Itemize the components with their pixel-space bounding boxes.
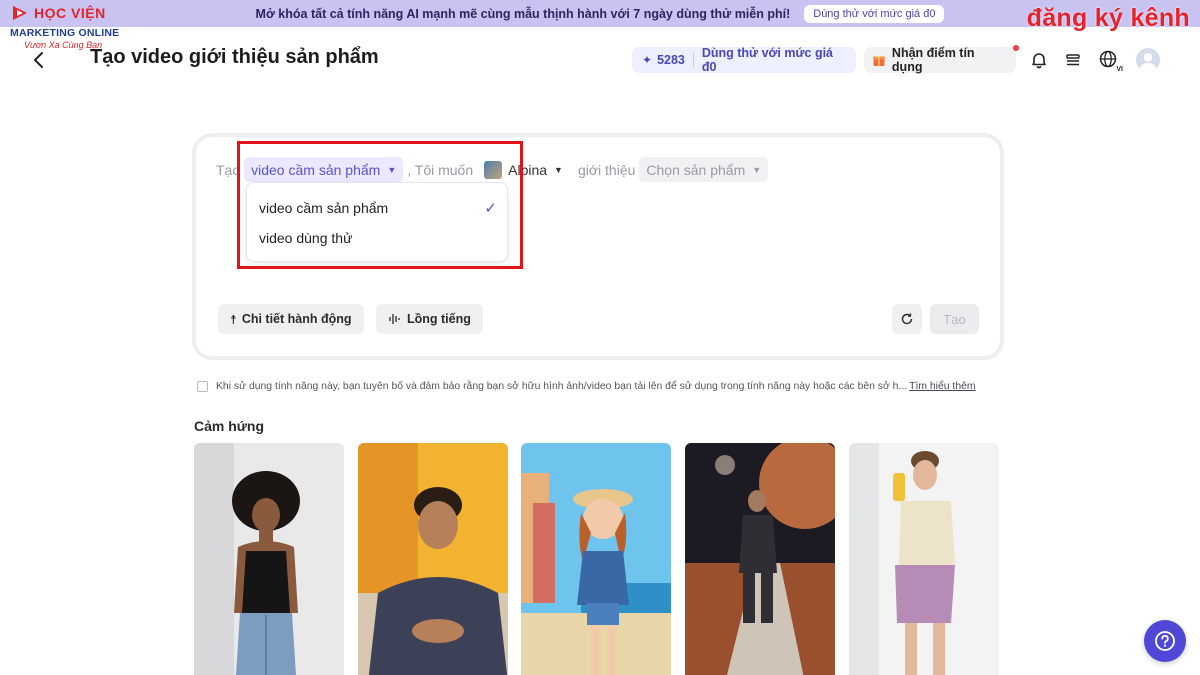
disclaimer: Khi sử dụng tính năng này, bạn tuyên bố …	[197, 381, 976, 392]
user-avatar[interactable]	[1136, 48, 1160, 72]
brand-line-2: MARKETING ONLINE	[10, 27, 120, 39]
inspiration-thumbnail	[194, 443, 344, 675]
waveform-icon	[389, 314, 400, 324]
learn-more-link[interactable]: Tìm hiểu thêm	[909, 381, 975, 392]
product-select[interactable]: Chọn sản phẩm ▼	[639, 157, 769, 182]
annotation-highlight-box	[237, 141, 523, 269]
notifications-button[interactable]	[1028, 49, 1050, 71]
history-button[interactable]	[892, 304, 922, 334]
get-credits-label: Nhận điểm tín dụng	[891, 46, 975, 74]
assets-button[interactable]	[1062, 49, 1084, 71]
promo-banner: Mở khóa tất cả tính năng AI mạnh mẽ cùng…	[0, 0, 1200, 27]
inspiration-card[interactable]	[194, 443, 344, 675]
inspiration-card[interactable]	[358, 443, 508, 675]
action-detail-button[interactable]: ☨ Chi tiết hành động	[218, 304, 364, 334]
create-button[interactable]: Tạo	[930, 304, 979, 334]
inspiration-card[interactable]	[849, 443, 999, 675]
avatar-icon	[1140, 53, 1156, 72]
get-credits-button[interactable]: Nhận điểm tín dụng	[864, 45, 1019, 74]
inspiration-card[interactable]	[685, 443, 835, 675]
notification-dot	[1013, 45, 1019, 51]
language-badge: VI	[1115, 66, 1124, 73]
voiceover-button[interactable]: Lồng tiếng	[376, 304, 483, 334]
brand-mark-icon	[13, 6, 27, 20]
inspiration-thumbnail	[685, 443, 835, 675]
gift-icon	[872, 56, 885, 66]
caret-down-icon: ▼	[554, 164, 563, 175]
brand-line-1: HỌC VIỆN	[34, 5, 106, 21]
inspiration-title: Cảm hứng	[194, 418, 265, 434]
bell-icon	[1032, 53, 1046, 69]
hand-icon: ☨	[230, 312, 237, 327]
inspiration-thumbnail	[358, 443, 508, 675]
page-title: Tạo video giới thiệu sản phẩm	[90, 46, 379, 68]
page: Mở khóa tất cả tính năng AI mạnh mẽ cùng…	[0, 0, 1200, 675]
refresh-icon	[901, 313, 913, 325]
channel-watermark: đăng ký kênh	[1026, 4, 1190, 32]
action-detail-label: Chi tiết hành động	[241, 312, 352, 326]
credits-count: 5283	[657, 53, 685, 67]
inspiration-thumbnail	[521, 443, 671, 675]
divider	[692, 53, 694, 67]
inspiration-thumbnail	[849, 443, 999, 675]
voiceover-label: Lồng tiếng	[407, 312, 471, 326]
back-button[interactable]	[28, 50, 48, 70]
disclaimer-text: Khi sử dụng tính năng này, bạn tuyên bố …	[216, 381, 908, 392]
stack-icon	[1066, 54, 1080, 66]
consent-checkbox[interactable]	[197, 381, 208, 392]
prompt-connector: giới thiệu	[577, 161, 636, 178]
credits-pill[interactable]: ✦ 5283 Dùng thử với mức giá đ0	[632, 46, 856, 74]
brand-logo: HỌC VIỆN MARKETING ONLINE Vươn Xa Cùng B…	[8, 3, 126, 50]
promo-trial-button[interactable]: Dùng thử với mức giá đ0	[804, 4, 945, 23]
product-select-placeholder: Chọn sản phẩm	[646, 161, 746, 178]
help-button[interactable]	[1144, 620, 1186, 662]
inspiration-card[interactable]	[521, 443, 671, 675]
trial-link[interactable]: Dùng thử với mức giá đ0	[702, 46, 846, 74]
back-arrow-icon	[34, 52, 43, 68]
promo-text: Mở khóa tất cả tính năng AI mạnh mẽ cùng…	[255, 6, 791, 21]
caret-down-icon: ▼	[752, 164, 762, 175]
help-icon	[1155, 631, 1175, 651]
language-button[interactable]: VI	[1096, 49, 1124, 73]
sparkle-icon: ✦	[642, 53, 653, 67]
